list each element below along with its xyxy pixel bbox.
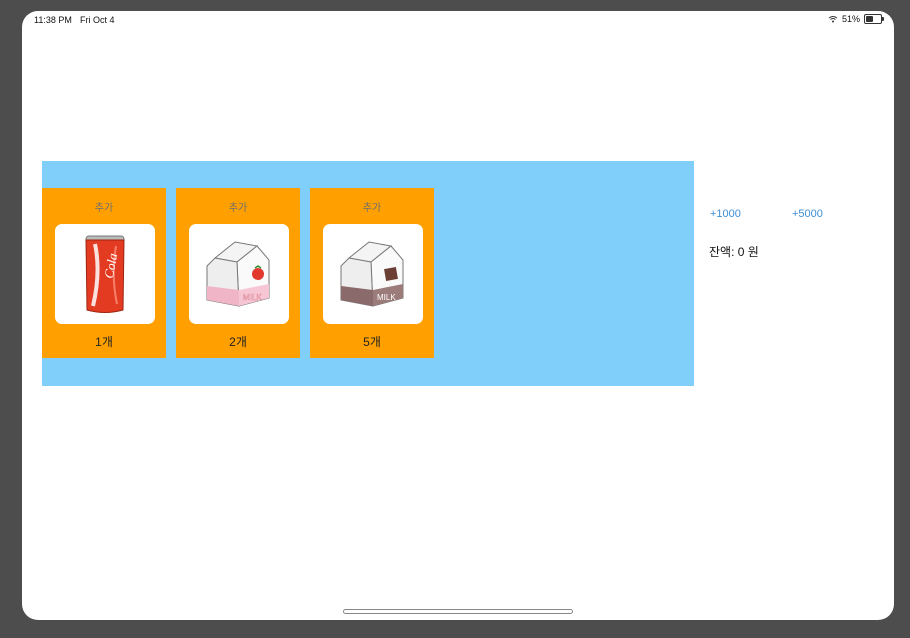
product-card-chocolate-milk: 추가 MILK 5개 <box>310 188 434 358</box>
strawberry-milk-count: 2개 <box>229 335 247 349</box>
svg-text:MILK: MILK <box>377 293 396 302</box>
svg-text:MILK: MILK <box>243 293 262 302</box>
add-chocolate-milk-button[interactable]: 추가 <box>310 199 434 214</box>
add-1000-button[interactable]: +1000 <box>710 208 741 220</box>
product-card-strawberry-milk: 추가 MILK 2개 <box>176 188 300 358</box>
balance-label: 잔액: 0 원 <box>709 245 759 259</box>
strawberry-milk-image-box: MILK <box>189 224 289 324</box>
battery-icon <box>864 14 884 24</box>
status-right: 51% <box>828 14 884 24</box>
product-card-cola: 추가 Cola 1개 <box>42 188 166 358</box>
chocolate-milk-carton-icon: MILK <box>340 241 404 307</box>
status-date: Fri Oct 4 <box>80 15 115 25</box>
status-bar: 11:38 PM Fri Oct 4 51% <box>22 11 894 31</box>
strawberry-milk-carton-icon: MILK <box>206 241 270 307</box>
status-time: 11:38 PM <box>34 15 72 25</box>
cola-can-icon: Cola <box>85 235 125 313</box>
add-5000-button[interactable]: +5000 <box>792 208 823 220</box>
app-screen: 11:38 PM Fri Oct 4 51% 추가 Cola 1개 추가 MIL… <box>22 11 894 620</box>
cola-count: 1개 <box>95 335 113 349</box>
add-strawberry-milk-button[interactable]: 추가 <box>176 199 300 214</box>
cola-image-box: Cola <box>55 224 155 324</box>
chocolate-milk-image-box: MILK <box>323 224 423 324</box>
battery-percent: 51% <box>841 14 860 24</box>
add-cola-button[interactable]: 추가 <box>42 199 166 214</box>
chocolate-milk-count: 5개 <box>363 335 381 349</box>
wifi-icon <box>828 16 838 23</box>
product-shelf: 추가 Cola 1개 추가 MILK 2개 추가 MILK 5개 <box>42 161 694 386</box>
home-indicator[interactable] <box>343 609 573 614</box>
